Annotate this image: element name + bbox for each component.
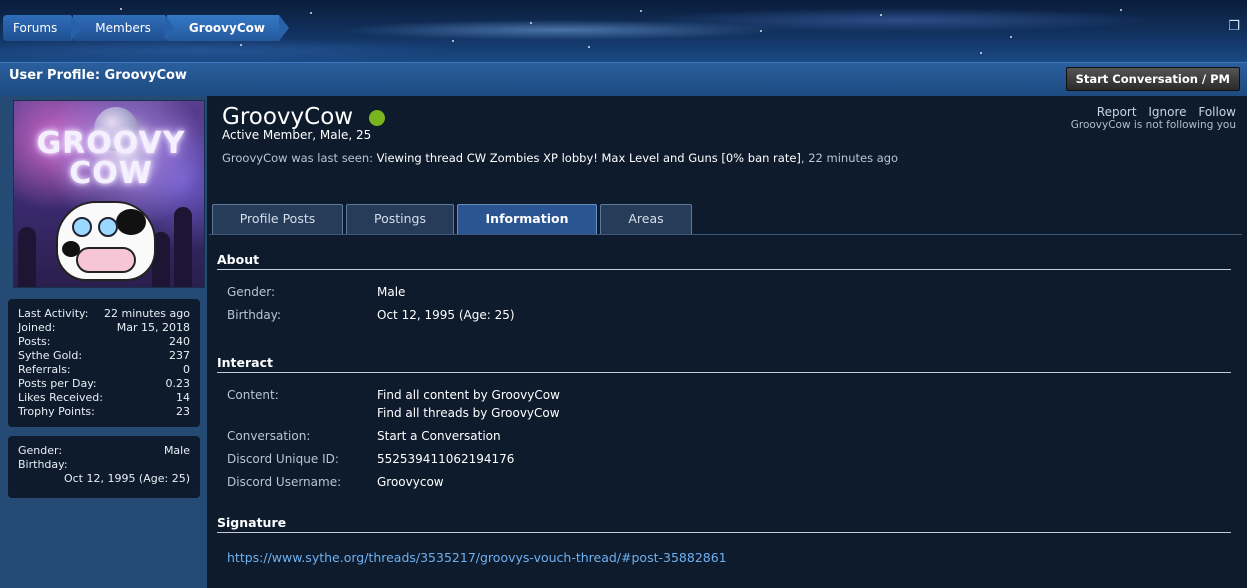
- star: [310, 12, 312, 14]
- stat-row: Birthday:: [18, 458, 68, 471]
- star: [240, 44, 242, 46]
- breadcrumb-forums[interactable]: Forums: [3, 15, 82, 41]
- profile-username: GroovyCow: [222, 104, 354, 130]
- signature-link[interactable]: https://www.sythe.org/threads/3535217/gr…: [227, 550, 727, 565]
- start-conversation-button[interactable]: Start Conversation / PM: [1065, 67, 1240, 91]
- last-seen-action: Viewing thread: [376, 151, 464, 165]
- follow-status: GroovyCow is not following you: [1070, 119, 1236, 131]
- online-status-icon: [369, 110, 385, 126]
- tab-areas[interactable]: Areas: [600, 204, 692, 234]
- stat-row: Posts: 240: [18, 335, 190, 348]
- dancer-silhouette: [18, 227, 36, 287]
- breadcrumb-current[interactable]: GroovyCow: [166, 15, 290, 41]
- star: [588, 46, 590, 48]
- page-title: User Profile: GroovyCow: [9, 68, 187, 83]
- tab-profile-posts[interactable]: Profile Posts: [212, 204, 343, 234]
- last-seen: GroovyCow was last seen: Viewing thread …: [222, 151, 899, 165]
- site-banner: Forums Members GroovyCow ❐: [0, 0, 1247, 62]
- stat-row: Last Activity: 22 minutes ago: [18, 307, 190, 320]
- stat-row: Oct 12, 1995 (Age: 25): [63, 472, 190, 485]
- stat-row: Likes Received: 14: [18, 391, 190, 404]
- avatar-logo-text: GROOVY COW: [36, 126, 186, 191]
- follow-link[interactable]: Follow: [1198, 105, 1236, 119]
- section-about: About: [217, 252, 1231, 270]
- last-seen-thread-link[interactable]: CW Zombies XP lobby! Max Level and Guns …: [467, 151, 801, 165]
- avatar[interactable]: GROOVY COW: [13, 100, 205, 288]
- ignore-link[interactable]: Ignore: [1148, 105, 1186, 119]
- title-bar: User Profile: GroovyCow Start Conversati…: [0, 62, 1247, 96]
- stat-row: Referrals: 0: [18, 363, 190, 376]
- star: [880, 14, 882, 16]
- user-title: Active Member, Male, 25: [222, 128, 372, 142]
- star: [120, 8, 122, 10]
- find-content-link[interactable]: Find all content by GroovyCow: [377, 388, 560, 402]
- star: [1120, 9, 1122, 11]
- start-conversation-link[interactable]: Start a Conversation: [377, 429, 501, 443]
- star: [452, 40, 454, 42]
- star: [530, 22, 532, 24]
- profile-actions: Report Ignore Follow GroovyCow is not fo…: [1071, 105, 1236, 131]
- breadcrumb: Forums Members GroovyCow: [3, 15, 290, 41]
- profile-main: GroovyCow Active Member, Male, 25 Groovy…: [207, 96, 1247, 588]
- stat-row: Gender: Male: [18, 444, 190, 457]
- star: [1010, 36, 1012, 38]
- stat-row: Joined: Mar 15, 2018: [18, 321, 190, 334]
- information-panel: About Gender: Male Birthday: Oct 12, 199…: [209, 234, 1242, 588]
- section-interact: Interact: [217, 355, 1231, 373]
- expand-icon[interactable]: ❐: [1227, 20, 1241, 34]
- tab-postings[interactable]: Postings: [346, 204, 454, 234]
- star: [980, 52, 982, 54]
- stat-row: Trophy Points: 23: [18, 405, 190, 418]
- info-box: Gender: Male Birthday: Oct 12, 1995 (Age:…: [8, 436, 200, 498]
- tab-information[interactable]: Information: [457, 204, 597, 234]
- report-link[interactable]: Report: [1097, 105, 1137, 119]
- find-threads-link[interactable]: Find all threads by GroovyCow: [377, 406, 560, 420]
- stat-row: Sythe Gold: 237: [18, 349, 190, 362]
- profile-tabs: Profile Posts Postings Information Areas: [212, 204, 695, 234]
- star: [760, 30, 762, 32]
- profile-sidebar: GROOVY COW Last Activity: 22 minutes ago …: [0, 96, 207, 588]
- stat-row: Posts per Day: 0.23: [18, 377, 190, 390]
- cow-icon: [56, 201, 156, 281]
- breadcrumb-members[interactable]: Members: [73, 15, 175, 41]
- dancer-silhouette: [174, 207, 192, 287]
- stats-box: Last Activity: 22 minutes ago Joined: Mar …: [8, 299, 200, 427]
- section-signature: Signature: [217, 515, 1231, 533]
- star: [640, 10, 642, 12]
